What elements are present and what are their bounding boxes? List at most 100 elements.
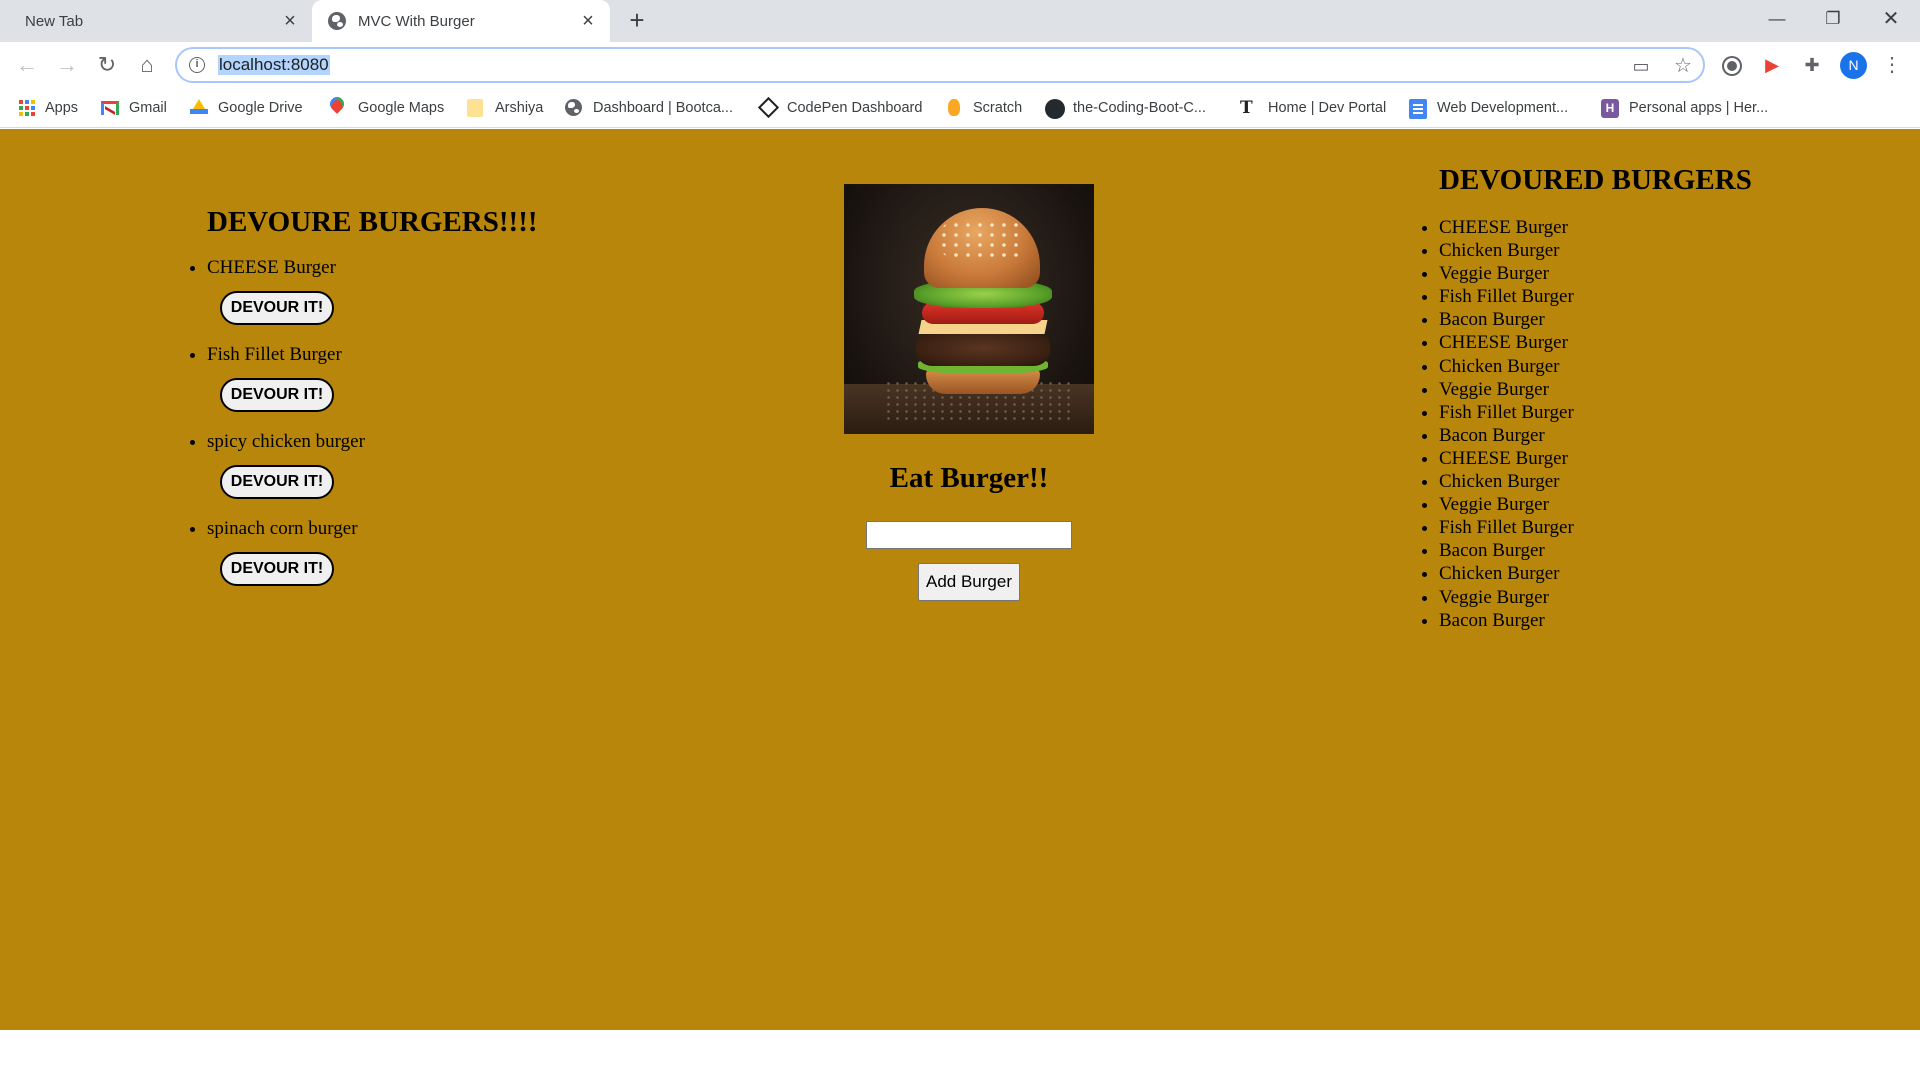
- devour-button[interactable]: DEVOUR IT!: [220, 378, 334, 412]
- bookmark-label: the-Coding-Boot-C...: [1073, 100, 1206, 116]
- list-item: spinach corn burger DEVOUR IT!: [207, 516, 585, 586]
- devoured-column: DEVOURED BURGERS CHEESE Burger Chicken B…: [1418, 163, 1838, 632]
- address-bar[interactable]: i localhost:8080 ▭ ☆: [175, 47, 1705, 83]
- menu-dots-icon[interactable]: ⋮: [1882, 51, 1902, 79]
- extensions-puzzle-icon[interactable]: ✚: [1800, 53, 1824, 77]
- apps-grid-icon: [19, 100, 35, 116]
- restore-icon[interactable]: ❐: [1810, 4, 1856, 34]
- bookmark-heroku[interactable]: H Personal apps | Her...: [1601, 94, 1768, 122]
- bookmark-label: Personal apps | Her...: [1629, 100, 1769, 116]
- bookmark-github[interactable]: the-Coding-Boot-C...: [1045, 94, 1206, 122]
- tab-mvc-with-burger[interactable]: MVC With Burger ×: [312, 0, 610, 42]
- list-item: Fish Fillet Burger DEVOUR IT!: [207, 342, 585, 412]
- google-docs-icon: [1409, 99, 1427, 119]
- list-item: Bacon Burger: [1439, 539, 1838, 562]
- folder-icon: [467, 99, 485, 117]
- bookmark-label: Dashboard | Bootca...: [593, 100, 733, 116]
- bookmark-label: Apps: [45, 100, 79, 116]
- list-item: Veggie Burger: [1439, 586, 1838, 609]
- devour-button[interactable]: DEVOUR IT!: [220, 465, 334, 499]
- eat-burger-title: Eat Burger!!: [889, 462, 1049, 494]
- profile-avatar[interactable]: N: [1840, 52, 1867, 79]
- bookmark-arshiya[interactable]: Arshiya: [467, 94, 543, 122]
- tab-label: New Tab: [25, 12, 84, 30]
- list-item: Fish Fillet Burger: [1439, 516, 1838, 539]
- bookmark-google-drive[interactable]: Google Drive: [190, 94, 303, 122]
- bookmark-apps[interactable]: Apps: [19, 94, 78, 122]
- burger-name-input[interactable]: [866, 521, 1072, 549]
- window-close-icon[interactable]: ✕: [1868, 4, 1914, 34]
- extension-circle-icon[interactable]: [1720, 53, 1744, 77]
- url-text[interactable]: localhost:8080: [218, 55, 330, 75]
- bookmark-label: Home | Dev Portal: [1268, 100, 1387, 116]
- bookmark-label: Arshiya: [495, 100, 544, 116]
- gmail-icon: [101, 99, 119, 117]
- devoured-title: DEVOURED BURGERS: [1439, 164, 1752, 196]
- list-item: CHEESE Burger DEVOUR IT!: [207, 255, 585, 325]
- close-icon[interactable]: ×: [280, 11, 300, 31]
- list-item: Veggie Burger: [1439, 262, 1838, 285]
- page-bottom-area: [0, 1030, 1920, 1087]
- list-item: Veggie Burger: [1439, 493, 1838, 516]
- bookmark-dashboard-bootcamp[interactable]: Dashboard | Bootca...: [565, 94, 733, 122]
- bookmark-label: Gmail: [129, 100, 167, 116]
- devour-button[interactable]: DEVOUR IT!: [220, 552, 334, 586]
- list-item: Bacon Burger: [1439, 308, 1838, 331]
- list-item: CHEESE Burger: [1439, 331, 1838, 354]
- devoured-list: CHEESE Burger Chicken Burger Veggie Burg…: [1439, 216, 1838, 632]
- tab-new-tab[interactable]: New Tab ×: [0, 0, 310, 42]
- tab-label: MVC With Burger: [358, 12, 475, 30]
- browser-toolbar: ← → ↻ ⌂ i localhost:8080 ▭ ☆ ▶ ✚ N ⋮: [0, 42, 1920, 88]
- bookmark-gmail[interactable]: Gmail: [101, 94, 167, 122]
- list-item: CHEESE Burger: [1439, 216, 1838, 239]
- new-tab-button[interactable]: +: [624, 7, 650, 34]
- extension-video-icon[interactable]: ▶: [1760, 53, 1784, 77]
- home-icon[interactable]: ⌂: [133, 51, 161, 79]
- bookmark-label: Scratch: [973, 100, 1023, 116]
- devour-column: DEVOURE BURGERS!!!! CHEESE Burger DEVOUR…: [185, 205, 585, 603]
- back-arrow-icon[interactable]: ←: [13, 51, 41, 79]
- bookmark-star-icon[interactable]: ☆: [1671, 54, 1695, 78]
- bookmark-google-maps[interactable]: Google Maps: [327, 94, 445, 122]
- bookmark-dev-portal[interactable]: T Home | Dev Portal: [1240, 94, 1386, 122]
- heroku-icon: H: [1601, 99, 1619, 118]
- burger-name: spinach corn burger: [207, 518, 358, 539]
- list-item: Chicken Burger: [1439, 470, 1838, 493]
- github-icon: [1045, 99, 1065, 119]
- info-icon[interactable]: i: [189, 57, 205, 73]
- devour-button[interactable]: DEVOUR IT!: [220, 291, 334, 325]
- bookmark-codepen[interactable]: CodePen Dashboard: [757, 94, 923, 122]
- burger-name: CHEESE Burger: [207, 257, 336, 278]
- nyt-icon: T: [1240, 98, 1253, 118]
- minimize-icon[interactable]: —: [1754, 4, 1800, 34]
- reload-icon[interactable]: ↻: [93, 51, 121, 79]
- burger-name: Fish Fillet Burger: [207, 344, 342, 365]
- bookmark-label: Google Maps: [358, 100, 445, 116]
- list-item: Bacon Burger: [1439, 609, 1838, 632]
- add-burger-button[interactable]: Add Burger: [918, 563, 1020, 601]
- bookmark-label: CodePen Dashboard: [787, 100, 923, 116]
- bookmark-label: Google Drive: [218, 100, 303, 116]
- devour-list: CHEESE Burger DEVOUR IT! Fish Fillet Bur…: [207, 255, 585, 586]
- bookmark-web-development[interactable]: Web Development...: [1409, 94, 1568, 122]
- list-item: Fish Fillet Burger: [1439, 401, 1838, 424]
- list-item: spicy chicken burger DEVOUR IT!: [207, 429, 585, 499]
- bookmark-scratch[interactable]: Scratch: [945, 94, 1022, 122]
- page-body: DEVOURE BURGERS!!!! CHEESE Burger DEVOUR…: [0, 129, 1920, 1030]
- devour-title: DEVOURE BURGERS!!!!: [207, 206, 538, 238]
- list-item: Fish Fillet Burger: [1439, 285, 1838, 308]
- tab-strip: New Tab × MVC With Burger × + — ❐ ✕: [0, 0, 1920, 42]
- close-icon[interactable]: ×: [578, 11, 598, 31]
- codepen-icon: [757, 96, 780, 119]
- cast-icon[interactable]: ▭: [1629, 54, 1653, 78]
- burger-image: [844, 184, 1094, 434]
- list-item: Chicken Burger: [1439, 355, 1838, 378]
- globe-icon: [565, 99, 583, 117]
- scratch-icon: [945, 99, 963, 117]
- list-item: Bacon Burger: [1439, 424, 1838, 447]
- google-drive-icon: [190, 99, 208, 117]
- list-item: Chicken Burger: [1439, 562, 1838, 585]
- forward-arrow-icon[interactable]: →: [53, 51, 81, 79]
- bookmark-label: Web Development...: [1437, 100, 1569, 116]
- list-item: CHEESE Burger: [1439, 447, 1838, 470]
